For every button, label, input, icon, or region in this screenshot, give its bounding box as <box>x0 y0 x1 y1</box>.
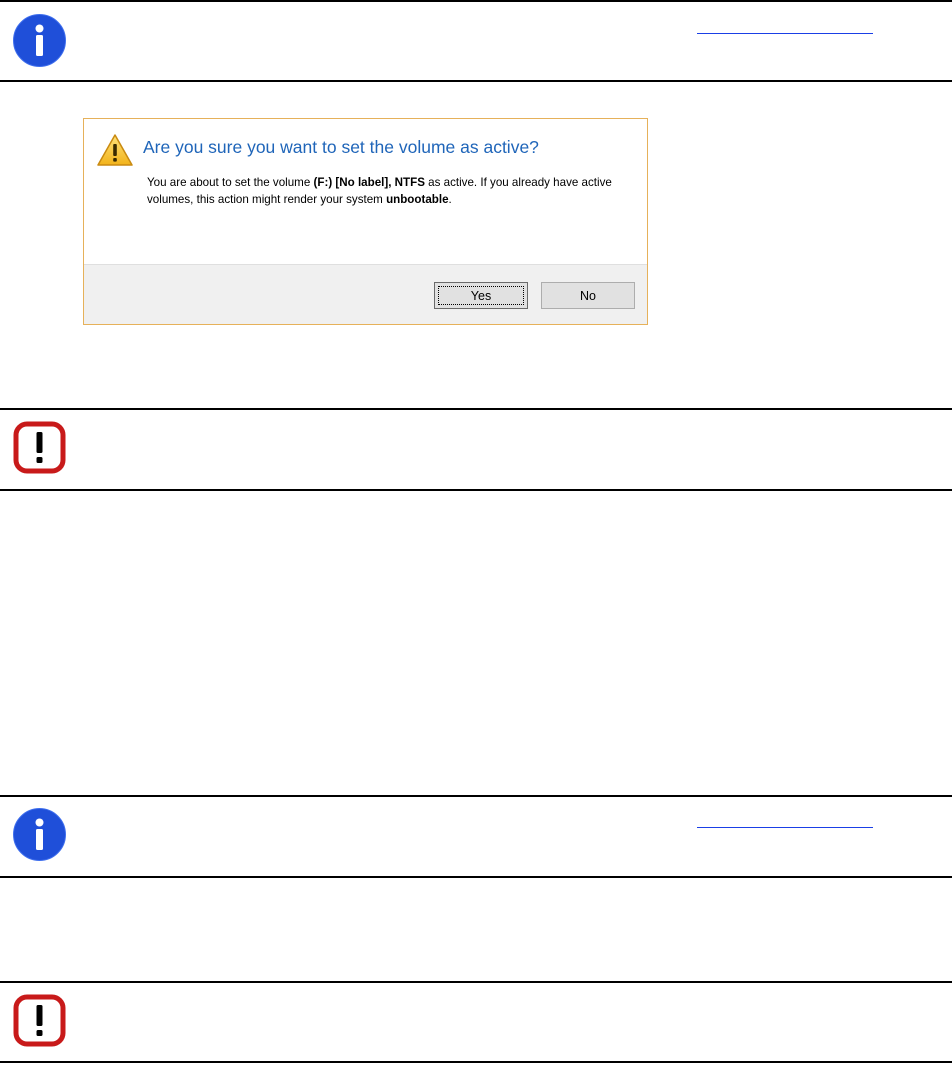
no-button[interactable]: No <box>541 282 635 309</box>
note-top-border <box>0 0 952 2</box>
note-top-border <box>0 981 952 983</box>
note-bottom-border <box>0 1061 952 1063</box>
dialog-message: You are about to set the volume (F:) [No… <box>147 176 612 206</box>
note-bottom-border <box>0 80 952 82</box>
note-top-border <box>0 795 952 797</box>
volume-name: (F:) [No label], NTFS <box>313 176 425 189</box>
info-icon <box>13 14 66 67</box>
info-icon <box>13 808 66 861</box>
exclamation-icon <box>13 421 66 474</box>
unbootable-text: unbootable <box>386 193 449 206</box>
focus-rectangle <box>438 286 524 305</box>
exclamation-icon <box>13 994 66 1047</box>
note-bottom-border <box>0 489 952 491</box>
dialog-footer: Yes No <box>84 264 647 324</box>
hyperlink[interactable] <box>697 33 873 34</box>
confirm-dialog: Are you sure you want to set the volume … <box>83 118 648 325</box>
yes-button[interactable]: Yes <box>434 282 528 309</box>
warning-triangle-icon <box>97 134 133 166</box>
note-top-border <box>0 408 952 410</box>
hyperlink[interactable] <box>697 827 873 828</box>
dialog-title: Are you sure you want to set the volume … <box>143 137 539 157</box>
note-bottom-border <box>0 876 952 878</box>
